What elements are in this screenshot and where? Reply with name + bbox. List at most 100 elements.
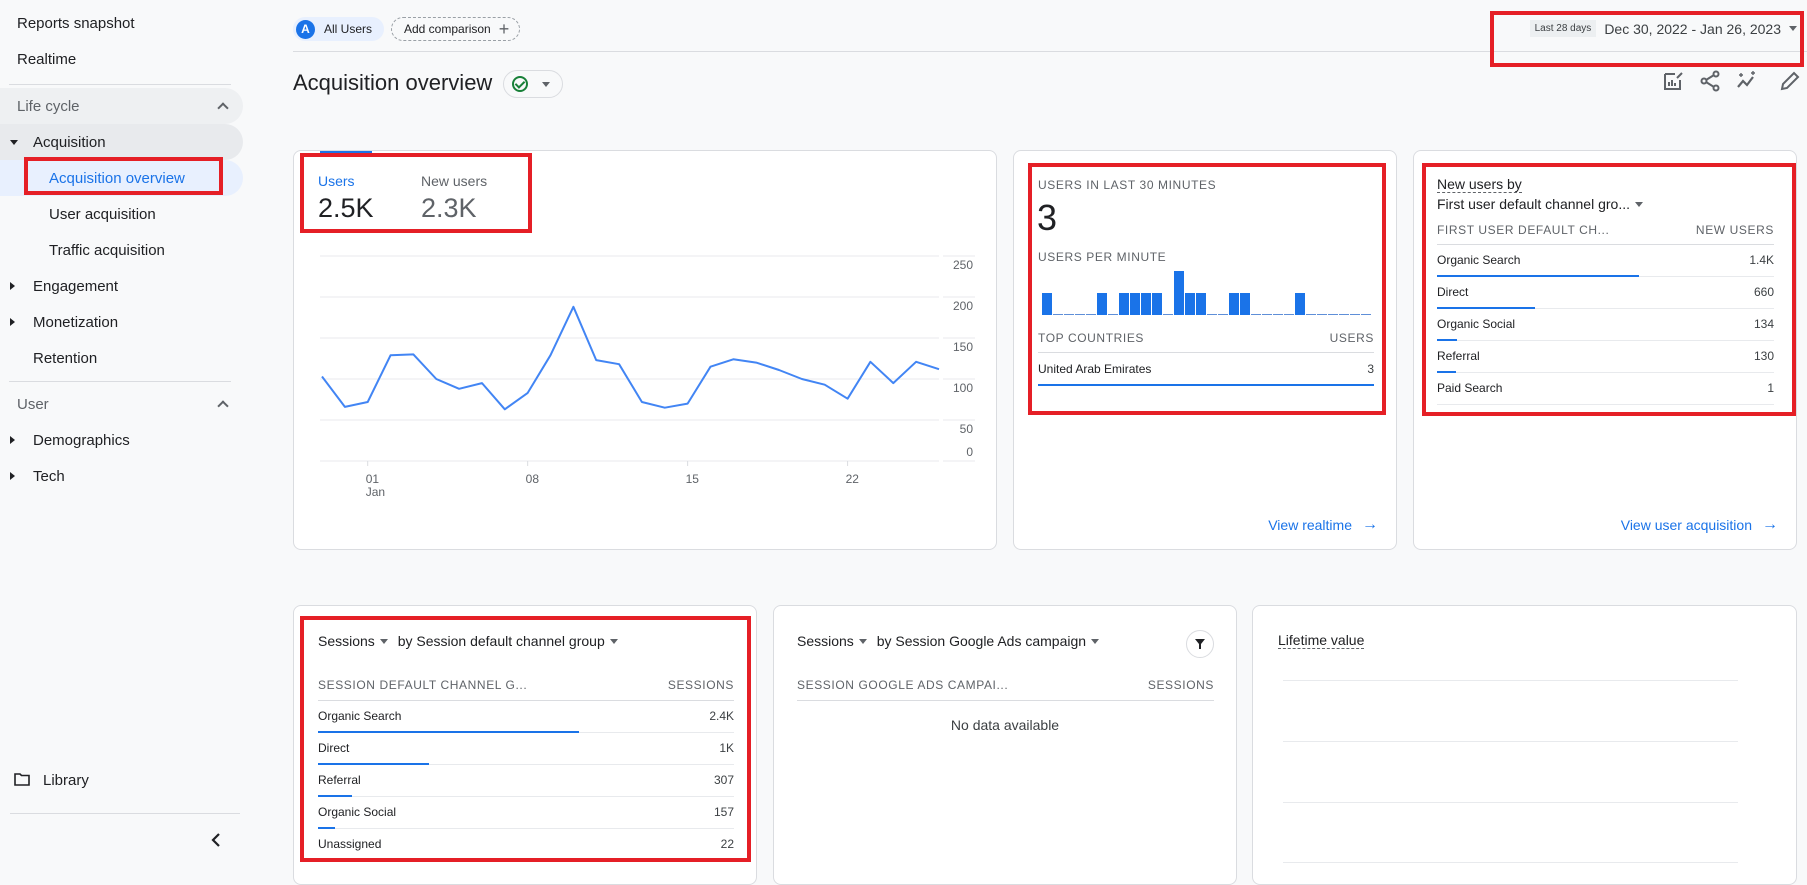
users-per-minute-chart bbox=[1042, 269, 1386, 319]
row-label: Referral bbox=[318, 773, 361, 787]
dimension-selector[interactable]: by Session default channel group bbox=[398, 633, 624, 649]
minute-bar bbox=[1196, 293, 1206, 315]
segment-chip-all-users[interactable]: A All Users bbox=[293, 17, 384, 41]
dimension-selector[interactable]: First user default channel gro... bbox=[1437, 196, 1649, 212]
arrow-right-icon: → bbox=[1762, 516, 1778, 534]
metric-label: Sessions bbox=[797, 633, 854, 649]
caret-right-icon bbox=[10, 436, 15, 444]
x-tick-label: 22 bbox=[846, 472, 860, 486]
sidebar-item-library[interactable]: Library bbox=[0, 762, 243, 798]
row-divider bbox=[1437, 404, 1774, 405]
channel-row[interactable]: Organic Search1.4K bbox=[1437, 245, 1774, 277]
channel-row[interactable]: Direct660 bbox=[1437, 277, 1774, 309]
row-value: 307 bbox=[714, 773, 734, 787]
collapse-sidebar-button[interactable] bbox=[206, 830, 226, 850]
insights-icon bbox=[1736, 70, 1758, 92]
minute-bar bbox=[1251, 314, 1261, 315]
users-header: Users bbox=[1330, 331, 1374, 345]
sidebar-item-label: Retention bbox=[33, 350, 97, 367]
country-row[interactable]: United Arab Emirates 3 bbox=[1038, 354, 1374, 386]
minute-bar bbox=[1141, 293, 1151, 315]
sidebar-item-demographics[interactable]: Demographics bbox=[0, 422, 243, 458]
sidebar-item-user-acquisition[interactable]: User acquisition bbox=[0, 196, 243, 232]
caret-right-icon bbox=[10, 472, 15, 480]
channel-row[interactable]: Referral130 bbox=[1437, 341, 1774, 373]
row-value: 2.4K bbox=[709, 709, 734, 723]
new-users-title[interactable]: New users by bbox=[1437, 176, 1522, 193]
sidebar-item-monetization[interactable]: Monetization bbox=[0, 304, 243, 340]
y-tick-label: 100 bbox=[953, 381, 973, 395]
channel-row[interactable]: Paid Search1 bbox=[1437, 373, 1774, 405]
chevron-up-icon bbox=[217, 102, 228, 113]
country-name: United Arab Emirates bbox=[1038, 362, 1151, 376]
insights-button[interactable] bbox=[1736, 70, 1758, 92]
minute-bar bbox=[1262, 314, 1272, 315]
chevron-up-icon bbox=[217, 400, 228, 411]
sidebar-item-acquisition-overview[interactable]: Acquisition overview bbox=[0, 160, 243, 196]
minute-bar bbox=[1130, 293, 1140, 315]
sessions-channel-card: Sessions by Session default channel grou… bbox=[293, 605, 757, 885]
sidebar-item-reports-snapshot[interactable]: Reports snapshot bbox=[0, 5, 243, 41]
sessions-card-title: Sessions by Session default channel grou… bbox=[318, 633, 624, 649]
y-tick-label: 0 bbox=[966, 445, 973, 459]
channel-row[interactable]: Unassigned22 bbox=[318, 829, 734, 861]
chevron-left-icon bbox=[206, 830, 226, 850]
metric-selector[interactable]: Sessions bbox=[318, 633, 394, 649]
minute-bar bbox=[1328, 314, 1338, 315]
sidebar-item-realtime[interactable]: Realtime bbox=[0, 41, 243, 77]
y-tick-label: 200 bbox=[953, 299, 973, 313]
minute-bar bbox=[1229, 293, 1239, 315]
minute-bar bbox=[1086, 314, 1096, 315]
row-label: Organic Social bbox=[1437, 317, 1515, 331]
new-users-table: Organic Search1.4KDirect660Organic Socia… bbox=[1437, 245, 1774, 415]
sidebar-item-engagement[interactable]: Engagement bbox=[0, 268, 243, 304]
row-value: 1K bbox=[719, 741, 734, 755]
minute-bar bbox=[1075, 314, 1085, 315]
section-label: User bbox=[17, 396, 49, 413]
customize-report-button[interactable] bbox=[1662, 70, 1684, 92]
metric-selector[interactable]: Sessions bbox=[797, 633, 873, 649]
sidebar-section-user[interactable]: User bbox=[0, 386, 243, 422]
col2-header: Sessions bbox=[1148, 678, 1214, 692]
edit-chart-icon bbox=[1662, 70, 1684, 92]
sidebar-item-traffic-acquisition[interactable]: Traffic acquisition bbox=[0, 232, 243, 268]
segment-label: All Users bbox=[324, 22, 372, 36]
add-comparison-button[interactable]: Add comparison + bbox=[391, 17, 520, 41]
report-status-button[interactable] bbox=[503, 70, 563, 98]
empty-state: No data available bbox=[774, 717, 1236, 733]
view-user-acquisition-link[interactable]: View user acquisition → bbox=[1621, 516, 1778, 534]
minute-bar bbox=[1317, 314, 1327, 315]
share-button[interactable] bbox=[1699, 70, 1721, 92]
minute-bar bbox=[1108, 314, 1118, 315]
caret-right-icon bbox=[10, 318, 15, 326]
lifetime-value-title[interactable]: Lifetime value bbox=[1278, 632, 1364, 649]
sidebar-item-acquisition[interactable]: Acquisition bbox=[0, 124, 243, 160]
channel-row[interactable]: Organic Search2.4K bbox=[318, 701, 734, 733]
sidebar-item-retention[interactable]: Retention bbox=[0, 340, 243, 376]
channel-row[interactable]: Referral 307 bbox=[318, 765, 734, 797]
date-range-picker[interactable]: Last 28 days Dec 30, 2022 - Jan 26, 2023 bbox=[1530, 20, 1797, 37]
realtime-card: Users in last 30 minutes 3 Users per min… bbox=[1013, 150, 1397, 550]
channel-row[interactable]: Organic Social157 bbox=[318, 797, 734, 829]
row-share-bar bbox=[318, 859, 320, 861]
channel-row[interactable]: Direct1K bbox=[318, 733, 734, 765]
filter-button[interactable] bbox=[1186, 630, 1214, 658]
col1-header: Session Google Ads campai... bbox=[797, 678, 1008, 692]
country-value: 3 bbox=[1367, 362, 1374, 376]
date-range-text: Dec 30, 2022 - Jan 26, 2023 bbox=[1604, 21, 1781, 37]
realtime-title: Users in last 30 minutes bbox=[1038, 178, 1216, 192]
row-value: 1 bbox=[1767, 381, 1774, 395]
dimension-selector[interactable]: by Session Google Ads campaign bbox=[877, 633, 1105, 649]
minute-bar bbox=[1361, 314, 1371, 315]
col1-header: Session default channel g... bbox=[318, 678, 527, 692]
sidebar-item-tech[interactable]: Tech bbox=[0, 458, 243, 494]
x-tick-sublabel: Jan bbox=[366, 485, 385, 499]
view-realtime-link[interactable]: View realtime → bbox=[1268, 516, 1378, 534]
row-value: 1.4K bbox=[1749, 253, 1774, 267]
caret-down-icon bbox=[1789, 26, 1797, 31]
channel-row[interactable]: Organic Social134 bbox=[1437, 309, 1774, 341]
sidebar-section-lifecycle[interactable]: Life cycle bbox=[0, 88, 243, 124]
minute-bar bbox=[1339, 314, 1349, 315]
edit-button[interactable] bbox=[1779, 70, 1801, 92]
sidebar-item-label: Monetization bbox=[33, 314, 118, 331]
